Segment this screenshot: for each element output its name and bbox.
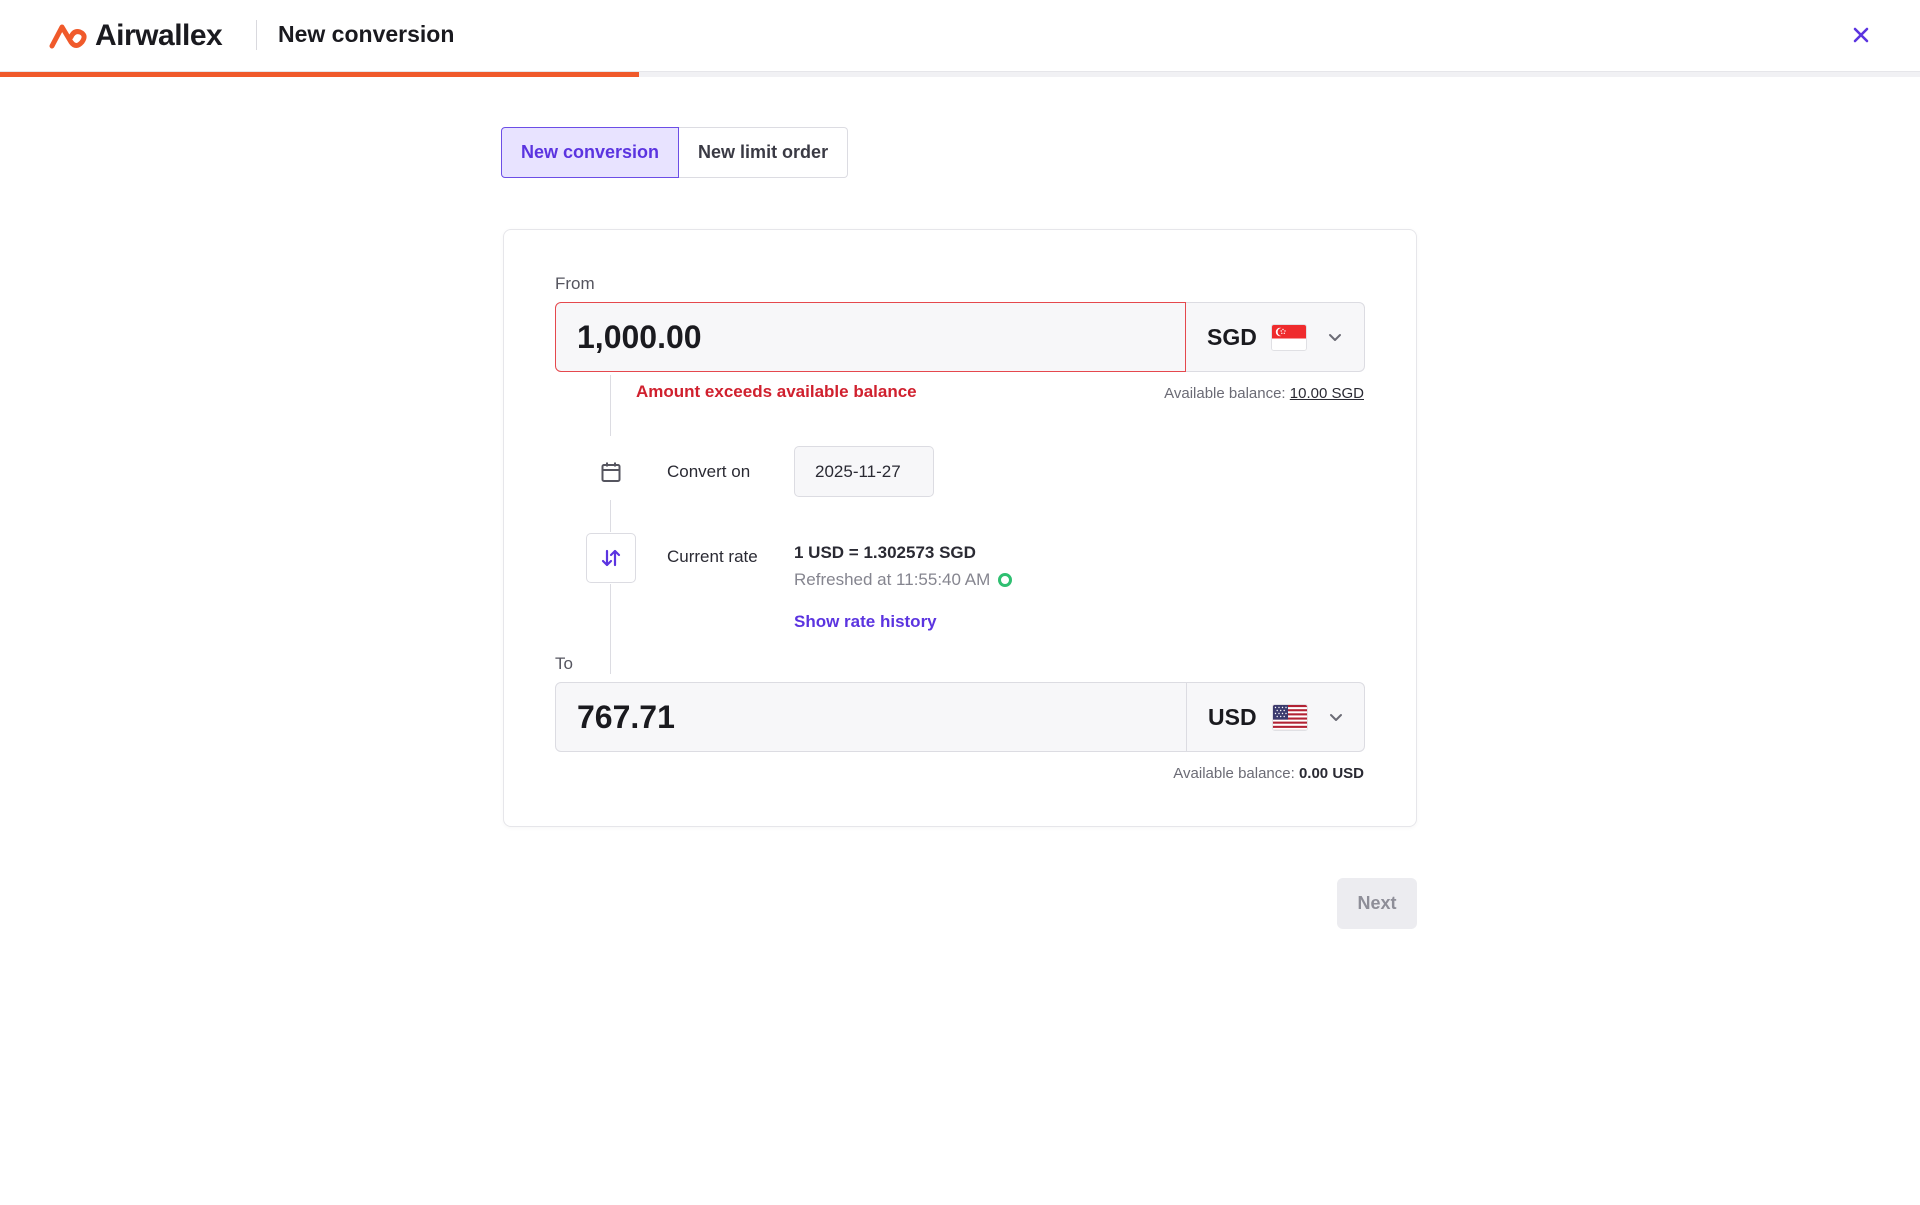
- refresh-status-icon: [998, 573, 1013, 587]
- from-amount-input[interactable]: 1,000.00: [555, 302, 1186, 372]
- tab-new-limit-order[interactable]: New limit order: [679, 127, 849, 178]
- timeline-connector: [610, 500, 611, 532]
- to-balance-value: 0.00 USD: [1298, 765, 1364, 782]
- convert-date-picker[interactable]: 2025-11-27: [794, 446, 934, 497]
- rate-refreshed-time: Refreshed at 11:55:40 AM: [794, 570, 1013, 590]
- progress-bar: [0, 72, 640, 77]
- show-rate-history-link[interactable]: Show rate history: [794, 612, 937, 632]
- singapore-flag-icon: [1271, 323, 1307, 351]
- brand-name: Airwallex: [95, 19, 223, 52]
- from-currency-select[interactable]: SGD: [1186, 302, 1365, 372]
- next-button[interactable]: Next: [1337, 878, 1417, 929]
- from-balance-value[interactable]: 10.00 SGD: [1290, 385, 1364, 402]
- to-currency-select[interactable]: USD: [1187, 682, 1365, 752]
- to-available-balance: Available balance: 0.00 USD: [1173, 765, 1364, 782]
- amount-error-message: Amount exceeds available balance: [636, 382, 917, 401]
- chevron-down-icon: [1329, 334, 1341, 341]
- swap-arrows-icon: [601, 549, 621, 567]
- current-rate-label: Current rate: [667, 547, 758, 566]
- close-icon: [1853, 27, 1869, 43]
- to-amount-input[interactable]: 767.71: [555, 682, 1187, 752]
- airwallex-logo-icon: [49, 24, 87, 49]
- timeline-connector: [610, 584, 611, 674]
- conversion-type-tabs: New conversion New limit order: [501, 127, 849, 178]
- refreshed-text: Refreshed at 11:55:40 AM: [794, 570, 991, 589]
- to-balance-label: Available balance:: [1173, 765, 1295, 782]
- page-title: New conversion: [278, 21, 455, 47]
- timeline-connector: [610, 375, 611, 436]
- to-currency-code: USD: [1208, 703, 1257, 730]
- airwallex-logo: Airwallex: [49, 19, 223, 53]
- from-currency-code: SGD: [1207, 323, 1257, 350]
- united-states-flag-icon: [1272, 703, 1308, 731]
- tab-new-conversion[interactable]: New conversion: [501, 127, 680, 178]
- calendar-icon: [600, 461, 622, 488]
- from-available-balance: Available balance: 10.00 SGD: [1164, 385, 1364, 402]
- swap-currencies-button[interactable]: [586, 533, 636, 583]
- to-label: To: [555, 654, 573, 673]
- from-balance-label: Available balance:: [1164, 385, 1286, 402]
- chevron-down-icon: [1330, 714, 1342, 721]
- from-label: From: [555, 274, 595, 293]
- header-divider: [256, 20, 257, 50]
- conversion-card: From 1,000.00 SGD Amount exceeds availab…: [503, 229, 1417, 827]
- close-button[interactable]: [1848, 22, 1874, 48]
- exchange-rate-value: 1 USD = 1.302573 SGD: [794, 543, 976, 562]
- top-bar: Airwallex New conversion: [0, 0, 1920, 72]
- convert-on-label: Convert on: [667, 462, 751, 481]
